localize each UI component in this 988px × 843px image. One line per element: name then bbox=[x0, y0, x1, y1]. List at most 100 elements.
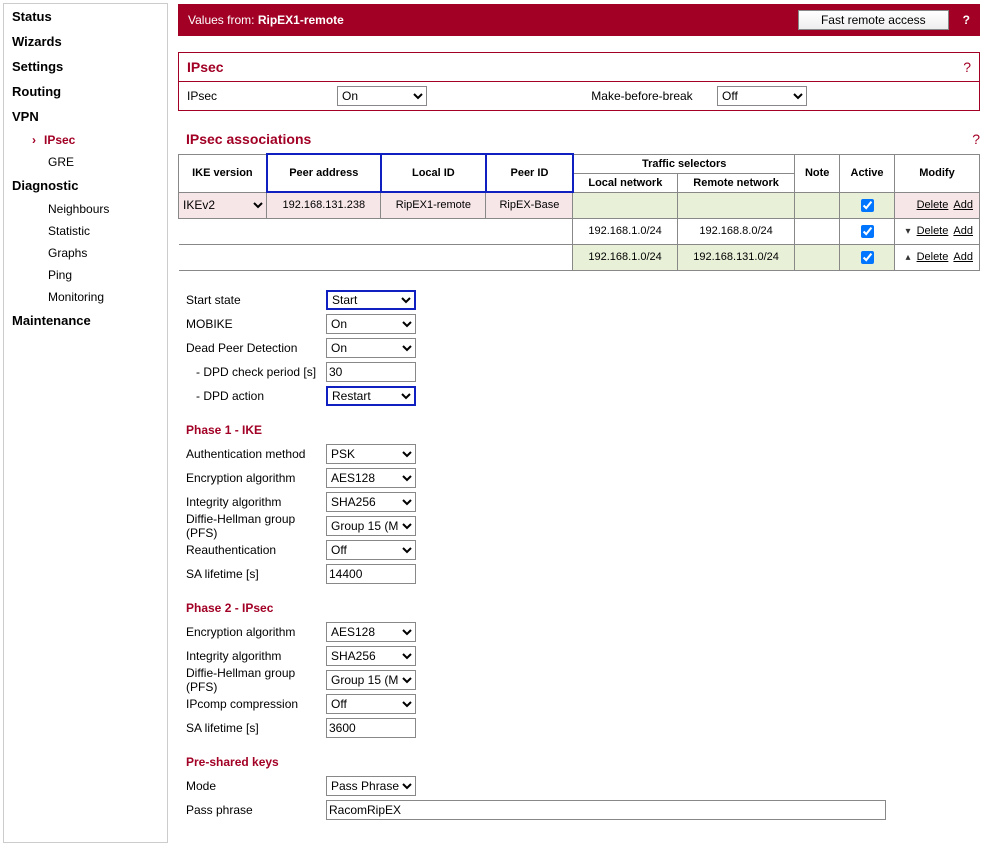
ipcomp-label: IPcomp compression bbox=[186, 697, 326, 711]
mobike-select[interactable]: On bbox=[326, 314, 416, 334]
dh2-label: Diffie-Hellman group (PFS) bbox=[186, 666, 326, 694]
th-local-id: Local ID bbox=[381, 154, 486, 192]
dh2-select[interactable]: Group 15 (MO bbox=[326, 670, 416, 690]
ipsec-label: IPsec bbox=[187, 89, 337, 103]
mode-select[interactable]: Pass Phrase bbox=[326, 776, 416, 796]
peer-address-cell: 192.168.131.238 bbox=[267, 192, 381, 218]
nav-monitoring[interactable]: Monitoring bbox=[4, 286, 167, 308]
active-checkbox-3[interactable] bbox=[861, 251, 874, 264]
header-bar: Values from: RipEX1-remote Fast remote a… bbox=[178, 4, 980, 36]
dh1-select[interactable]: Group 15 (MO bbox=[326, 516, 416, 536]
assoc-row-3: 192.168.1.0/24 192.168.131.0/24 ▴Delete … bbox=[179, 244, 980, 270]
th-traffic-selectors: Traffic selectors bbox=[573, 154, 795, 173]
phase1-title: Phase 1 - IKE bbox=[186, 423, 980, 437]
th-active: Active bbox=[840, 154, 895, 192]
nav-graphs[interactable]: Graphs bbox=[4, 242, 167, 264]
th-ike-version: IKE version bbox=[179, 154, 267, 192]
th-note: Note bbox=[795, 154, 840, 192]
enc2-select[interactable]: AES128 bbox=[326, 622, 416, 642]
th-peer-address: Peer address bbox=[267, 154, 381, 192]
local-net-cell-2: 192.168.1.0/24 bbox=[573, 218, 677, 244]
nav-gre[interactable]: GRE bbox=[4, 151, 167, 173]
delete-link-2[interactable]: Delete bbox=[917, 225, 949, 237]
start-state-select[interactable]: Start bbox=[326, 290, 416, 310]
dpd-period-label: - DPD check period [s] bbox=[186, 365, 326, 379]
pass-label: Pass phrase bbox=[186, 803, 326, 817]
auth-label: Authentication method bbox=[186, 447, 326, 461]
header-help-icon[interactable]: ? bbox=[963, 13, 970, 27]
nav-ping[interactable]: Ping bbox=[4, 264, 167, 286]
dpd-label: Dead Peer Detection bbox=[186, 341, 326, 355]
enc1-select[interactable]: AES128 bbox=[326, 468, 416, 488]
reauth-select[interactable]: Off bbox=[326, 540, 416, 560]
int2-select[interactable]: SHA256 bbox=[326, 646, 416, 666]
nav-neighbours[interactable]: Neighbours bbox=[4, 198, 167, 220]
th-local-network: Local network bbox=[573, 173, 677, 192]
main-content: Values from: RipEX1-remote Fast remote a… bbox=[168, 0, 988, 843]
th-peer-id: Peer ID bbox=[486, 154, 573, 192]
associations-title: IPsec associations bbox=[186, 131, 311, 147]
mbb-select[interactable]: Off bbox=[717, 86, 807, 106]
header-values-from: Values from: RipEX1-remote bbox=[188, 13, 344, 27]
pass-input[interactable] bbox=[326, 800, 886, 820]
delete-link-1[interactable]: Delete bbox=[917, 199, 949, 211]
int1-label: Integrity algorithm bbox=[186, 495, 326, 509]
dpd-action-select[interactable]: Restart bbox=[326, 386, 416, 406]
ipsec-select[interactable]: On bbox=[337, 86, 427, 106]
th-remote-network: Remote network bbox=[677, 173, 795, 192]
enc2-label: Encryption algorithm bbox=[186, 625, 326, 639]
delete-link-3[interactable]: Delete bbox=[917, 251, 949, 263]
phase2-title: Phase 2 - IPsec bbox=[186, 601, 980, 615]
remote-net-cell-3: 192.168.131.0/24 bbox=[677, 244, 795, 270]
ipsec-panel-help-icon[interactable]: ? bbox=[963, 59, 971, 75]
mobike-label: MOBIKE bbox=[186, 317, 326, 331]
nav-ipsec[interactable]: IPsec bbox=[4, 129, 167, 151]
fast-remote-access-button[interactable]: Fast remote access bbox=[798, 10, 949, 30]
nav-maintenance[interactable]: Maintenance bbox=[4, 308, 167, 333]
sa1-label: SA lifetime [s] bbox=[186, 567, 326, 581]
ipsec-panel: IPsec ? IPsec On Make-before-break Off bbox=[178, 52, 980, 111]
associations-panel: IPsec associations ? IKE version Peer ad… bbox=[178, 127, 980, 821]
auth-select[interactable]: PSK bbox=[326, 444, 416, 464]
sidebar: Status Wizards Settings Routing VPN IPse… bbox=[3, 3, 168, 843]
nav-vpn[interactable]: VPN bbox=[4, 104, 167, 129]
nav-statistic[interactable]: Statistic bbox=[4, 220, 167, 242]
nav-routing[interactable]: Routing bbox=[4, 79, 167, 104]
nav-status[interactable]: Status bbox=[4, 4, 167, 29]
associations-help-icon[interactable]: ? bbox=[972, 131, 980, 147]
expand-icon[interactable]: ▴ bbox=[906, 252, 911, 263]
sa2-label: SA lifetime [s] bbox=[186, 721, 326, 735]
sa1-input[interactable] bbox=[326, 564, 416, 584]
remote-net-cell-2: 192.168.8.0/24 bbox=[677, 218, 795, 244]
active-checkbox-2[interactable] bbox=[861, 225, 874, 238]
add-link-1[interactable]: Add bbox=[953, 199, 973, 211]
add-link-2[interactable]: Add bbox=[953, 225, 973, 237]
th-modify: Modify bbox=[895, 154, 980, 192]
enc1-label: Encryption algorithm bbox=[186, 471, 326, 485]
ike-version-select[interactable]: IKEv2 bbox=[179, 195, 266, 215]
nav-wizards[interactable]: Wizards bbox=[4, 29, 167, 54]
dpd-action-label: - DPD action bbox=[186, 389, 326, 403]
dpd-period-input[interactable] bbox=[326, 362, 416, 382]
active-checkbox-1[interactable] bbox=[861, 199, 874, 212]
settings-form: Start state Start MOBIKE On Dead Peer De… bbox=[178, 289, 980, 821]
mode-label: Mode bbox=[186, 779, 326, 793]
add-link-3[interactable]: Add bbox=[953, 251, 973, 263]
int1-select[interactable]: SHA256 bbox=[326, 492, 416, 512]
nav-diagnostic[interactable]: Diagnostic bbox=[4, 173, 167, 198]
sa2-input[interactable] bbox=[326, 718, 416, 738]
collapse-icon[interactable]: ▾ bbox=[906, 226, 911, 237]
nav-settings[interactable]: Settings bbox=[4, 54, 167, 79]
header-device-name: RipEX1-remote bbox=[258, 13, 344, 27]
reauth-label: Reauthentication bbox=[186, 543, 326, 557]
local-net-cell-3: 192.168.1.0/24 bbox=[573, 244, 677, 270]
assoc-row-2: 192.168.1.0/24 192.168.8.0/24 ▾ Delete Ad… bbox=[179, 218, 980, 244]
local-id-cell: RipEX1-remote bbox=[381, 192, 486, 218]
dpd-select[interactable]: On bbox=[326, 338, 416, 358]
int2-label: Integrity algorithm bbox=[186, 649, 326, 663]
dh1-label: Diffie-Hellman group (PFS) bbox=[186, 512, 326, 540]
start-state-label: Start state bbox=[186, 293, 326, 307]
ipcomp-select[interactable]: Off bbox=[326, 694, 416, 714]
mbb-label: Make-before-break bbox=[567, 89, 717, 103]
ipsec-panel-title: IPsec bbox=[187, 59, 224, 75]
